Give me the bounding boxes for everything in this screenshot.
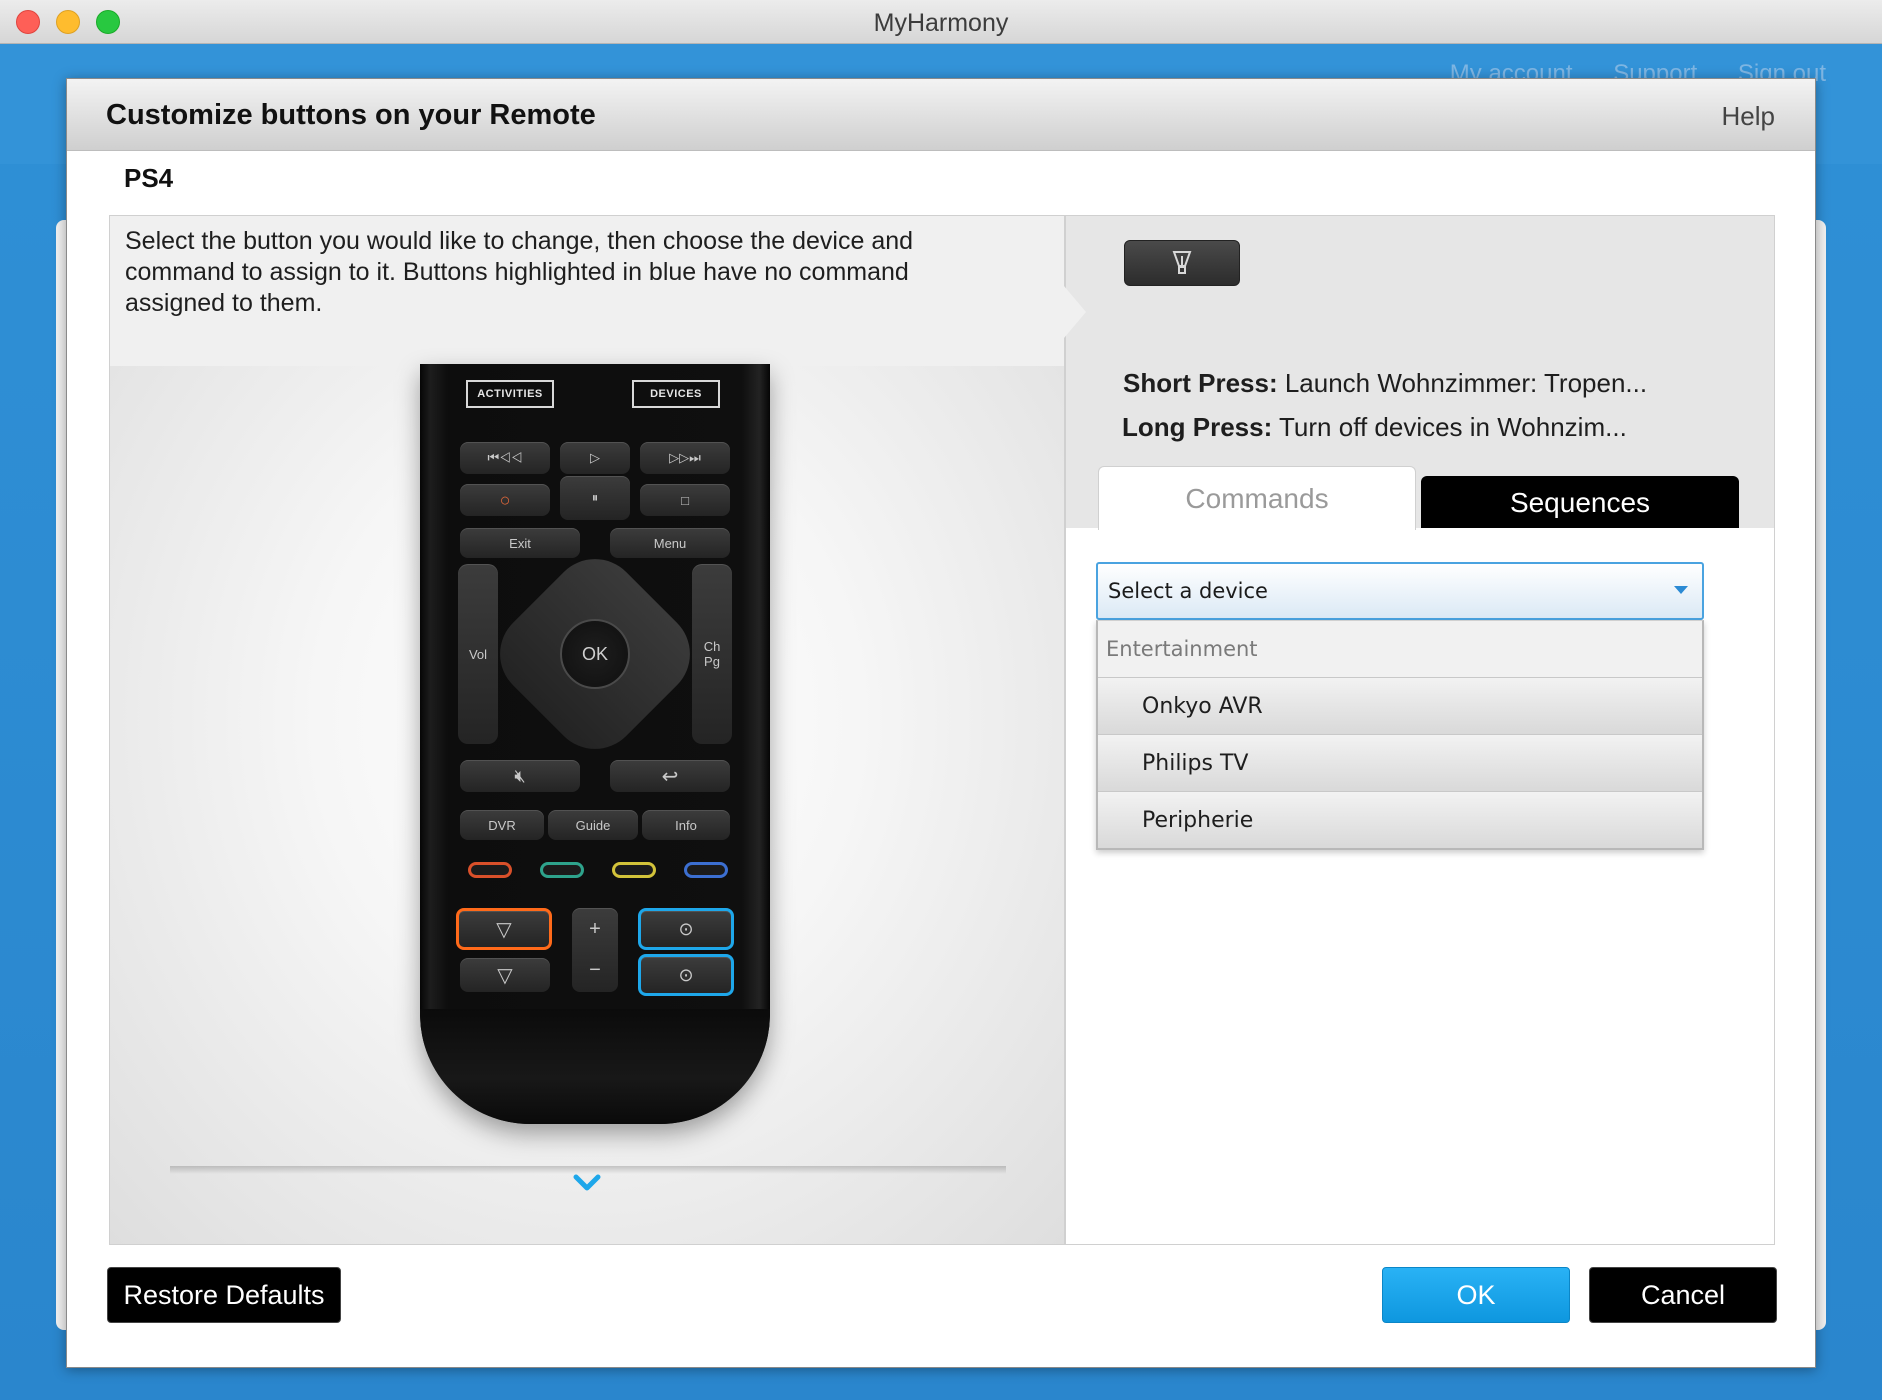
device-select[interactable]: Select a device (1096, 562, 1704, 620)
short-press-value: Launch Wohnzimmer: Tropen... (1284, 368, 1648, 398)
remote-image: ACTIVITIES DEVICES ⏮◁◁ ▷ ▷▷⏭ ○ ⏸ □ Exit … (420, 364, 770, 1124)
power-socket-icon: ⊙ (678, 918, 694, 939)
dropdown-group-header: Entertainment (1098, 621, 1702, 677)
socket-2-button[interactable]: ⊙ (638, 954, 734, 996)
dialog-header: Customize buttons on your Remote Help (67, 79, 1815, 151)
ok-remote-button[interactable]: OK (560, 619, 630, 689)
light-bulb-icon: ▽ (497, 964, 513, 987)
long-press-label: Long Press: (1122, 412, 1273, 442)
exit-button[interactable]: Exit (460, 528, 580, 558)
blue-button[interactable] (684, 862, 728, 878)
play-icon: ▷ (590, 450, 600, 465)
fast-forward-icon: ▷▷⏭ (669, 450, 701, 465)
tab-commands[interactable]: Commands (1098, 466, 1416, 530)
plus-label: + (589, 918, 601, 940)
pointer-notch (1064, 286, 1086, 338)
record-button[interactable]: ○ (460, 484, 550, 516)
menu-button[interactable]: Menu (610, 528, 730, 558)
back-button[interactable]: ↩ (610, 760, 730, 792)
remote-base (420, 1009, 770, 1124)
stop-icon: □ (681, 492, 689, 508)
help-link[interactable]: Help (1722, 101, 1775, 132)
window-title: MyHarmony (873, 9, 1009, 37)
window-title-bar: MyHarmony (0, 0, 1882, 44)
dropdown-caret-icon (1674, 586, 1688, 594)
dropdown-option-peripherie[interactable]: Peripherie (1098, 791, 1702, 848)
light-bulb-icon (1172, 251, 1192, 274)
light-1-button[interactable]: ▽ (456, 908, 552, 950)
chevron-down-icon[interactable] (570, 1166, 604, 1200)
guide-button[interactable]: Guide (548, 810, 638, 840)
mute-button[interactable]: 🔇︎ (460, 760, 580, 792)
dvr-button[interactable]: DVR (460, 810, 544, 840)
stop-button[interactable]: □ (640, 484, 730, 516)
socket-1-button[interactable]: ⊙ (638, 908, 734, 950)
rewind-button[interactable]: ⏮◁◁ (460, 442, 550, 474)
yellow-button[interactable] (612, 862, 656, 878)
instructions-box: Select the button you would like to chan… (110, 216, 1064, 366)
play-button[interactable]: ▷ (560, 442, 630, 474)
mute-icon: 🔇︎ (514, 765, 526, 786)
page-label: Pg (704, 654, 720, 669)
customize-buttons-dialog: Customize buttons on your Remote Help PS… (66, 78, 1816, 1368)
power-socket-icon: ⊙ (678, 964, 694, 985)
volume-rocker[interactable]: Vol (458, 564, 498, 744)
long-press-value: Turn off devices in Wohnzim... (1279, 412, 1627, 442)
dropdown-option-onkyo-avr[interactable]: Onkyo AVR (1098, 677, 1702, 734)
plus-minus-rocker[interactable]: + − (572, 908, 618, 992)
channel-label: Ch (703, 639, 721, 654)
light-bulb-icon: ▽ (496, 918, 512, 941)
light-2-button[interactable]: ▽ (460, 958, 550, 992)
record-icon: ○ (499, 489, 511, 510)
green-button[interactable] (540, 862, 584, 878)
short-press-label: Short Press: (1123, 368, 1278, 398)
info-button[interactable]: Info (642, 810, 730, 840)
back-icon: ↩ (661, 765, 679, 788)
assignment-panel: Short Press: Launch Wohnzimmer: Tropen..… (1064, 215, 1775, 1245)
minus-label: − (589, 959, 601, 981)
dialog-title: Customize buttons on your Remote (106, 99, 596, 131)
rewind-icon: ⏮◁◁ (487, 450, 523, 465)
remote-panel: Select the button you would like to chan… (109, 215, 1065, 1245)
ok-button[interactable]: OK (1382, 1267, 1570, 1323)
devices-button[interactable]: DEVICES (632, 380, 720, 408)
channel-rocker[interactable]: Ch Pg (692, 564, 732, 744)
device-name: PS4 (124, 163, 174, 193)
device-dropdown-list: Entertainment Onkyo AVR Philips TV Perip… (1096, 620, 1704, 850)
instructions-text: Select the button you would like to chan… (125, 227, 914, 317)
activities-button[interactable]: ACTIVITIES (466, 380, 554, 408)
fast-forward-button[interactable]: ▷▷⏭ (640, 442, 730, 474)
pause-icon: ⏸ (591, 490, 599, 505)
dropdown-option-philips-tv[interactable]: Philips TV (1098, 734, 1702, 791)
pause-button[interactable]: ⏸ (560, 476, 630, 520)
remote-stage: ACTIVITIES DEVICES ⏮◁◁ ▷ ▷▷⏭ ○ ⏸ □ Exit … (110, 364, 1064, 1244)
selected-button-preview (1124, 240, 1240, 286)
restore-defaults-button[interactable]: Restore Defaults (107, 1267, 341, 1323)
tab-sequences[interactable]: Sequences (1421, 476, 1739, 530)
cancel-button[interactable]: Cancel (1589, 1267, 1777, 1323)
red-button[interactable] (468, 862, 512, 878)
device-select-value: Select a device (1108, 579, 1268, 603)
long-press-info: Long Press: Turn off devices in Wohnzim.… (1122, 412, 1627, 443)
short-press-info: Short Press: Launch Wohnzimmer: Tropen..… (1123, 368, 1647, 399)
